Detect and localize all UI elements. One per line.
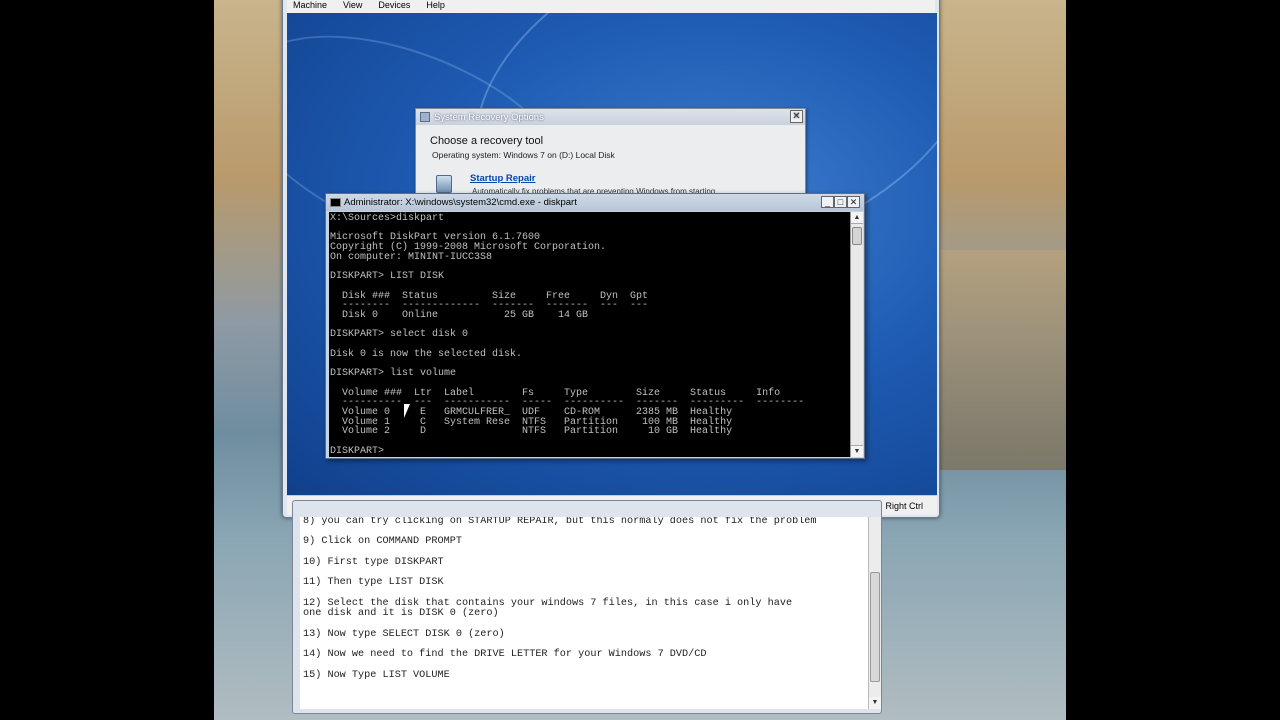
recovery-app-icon bbox=[420, 112, 430, 122]
console-line: Volume 2 D NTFS Partition 10 GB Healthy bbox=[330, 426, 733, 438]
instructions-window: 8) you can try clicking on STARTUP REPAI… bbox=[292, 500, 882, 714]
cmd-window: Administrator: X:\windows\system32\cmd.e… bbox=[325, 193, 865, 459]
console-line: DISKPART> LIST DISK bbox=[330, 271, 445, 283]
instruction-line: 8) you can try clicking on STARTUP REPAI… bbox=[303, 517, 817, 527]
startup-repair-icon[interactable] bbox=[436, 175, 452, 193]
close-button[interactable]: ✕ bbox=[790, 110, 803, 123]
scroll-thumb[interactable] bbox=[870, 572, 880, 682]
mouse-cursor-icon bbox=[404, 404, 410, 418]
instruction-line: 9) Click on COMMAND PROMPT bbox=[303, 536, 462, 547]
instruction-line: 15) Now Type LIST VOLUME bbox=[303, 669, 450, 681]
cmd-scrollbar[interactable]: ▲ ▼ bbox=[850, 212, 863, 457]
maximize-button[interactable]: □ bbox=[834, 196, 847, 208]
startup-repair-link[interactable]: Startup Repair bbox=[470, 173, 535, 184]
menu-machine[interactable]: Machine bbox=[293, 0, 327, 11]
console-line: DISKPART> list volume bbox=[330, 368, 457, 380]
instructions-scrollbar[interactable]: ▼ bbox=[868, 517, 881, 709]
cmd-console[interactable]: X:\Sources>diskpart Microsoft DiskPart v… bbox=[329, 212, 850, 457]
close-button[interactable]: ✕ bbox=[847, 196, 860, 208]
console-line: X:\Sources>diskpart bbox=[330, 213, 445, 224]
menu-devices[interactable]: Devices bbox=[378, 0, 410, 11]
console-line: Disk 0 Online 25 GB 14 GB bbox=[330, 310, 589, 322]
vm-menubar: Machine View Devices Help bbox=[287, 0, 935, 13]
console-line: Disk 0 is now the selected disk. bbox=[330, 348, 523, 360]
instruction-line: 13) Now type SELECT DISK 0 (zero) bbox=[303, 628, 505, 640]
menu-view[interactable]: View bbox=[343, 0, 362, 11]
os-line: Operating system: Windows 7 on (D:) Loca… bbox=[432, 150, 615, 160]
dialog-title: System Recovery Options bbox=[434, 111, 544, 123]
scroll-up-arrow[interactable]: ▲ bbox=[851, 212, 863, 224]
instruction-line: 12) Select the disk that contains your w… bbox=[303, 597, 793, 619]
scroll-down-arrow[interactable]: ▼ bbox=[869, 697, 881, 709]
scroll-down-arrow[interactable]: ▼ bbox=[851, 445, 863, 457]
cmd-app-icon bbox=[330, 198, 341, 207]
console-line: On computer: MININT-IUCC3S8 bbox=[330, 251, 493, 263]
console-line: DISKPART> select disk 0 bbox=[330, 329, 469, 341]
dialog-titlebar[interactable]: System Recovery Options ✕ bbox=[416, 109, 805, 125]
instruction-line: 11) Then type LIST DISK bbox=[303, 577, 444, 588]
scroll-thumb[interactable] bbox=[852, 227, 862, 245]
host-key-label: Right Ctrl bbox=[885, 500, 923, 511]
instruction-line: 10) First type DISKPART bbox=[303, 556, 444, 568]
dialog-heading: Choose a recovery tool bbox=[430, 135, 544, 147]
console-line: DISKPART> bbox=[330, 445, 391, 457]
instructions-text[interactable]: 8) you can try clicking on STARTUP REPAI… bbox=[300, 517, 868, 709]
cmd-titlebar[interactable]: Administrator: X:\windows\system32\cmd.e… bbox=[326, 194, 864, 211]
cmd-title: Administrator: X:\windows\system32\cmd.e… bbox=[344, 197, 577, 208]
minimize-button[interactable]: _ bbox=[821, 196, 834, 208]
menu-help[interactable]: Help bbox=[426, 0, 445, 11]
instruction-line: 14) Now we need to find the DRIVE LETTER… bbox=[303, 649, 707, 660]
